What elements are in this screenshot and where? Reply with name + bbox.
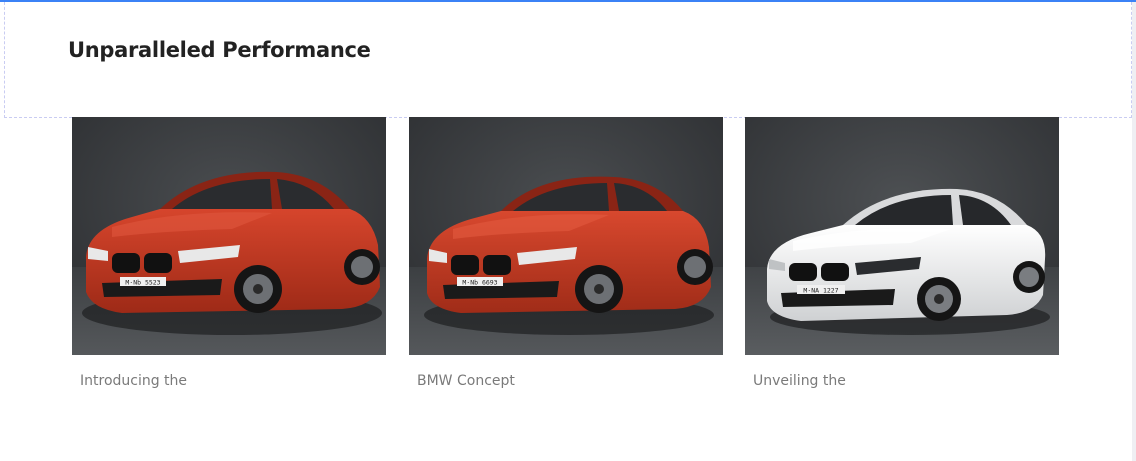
car-image[interactable]: M·Nb 5523	[72, 117, 386, 355]
plate-text: M·NA 1227	[803, 287, 838, 295]
card-caption: Introducing the	[80, 373, 188, 389]
car-image[interactable]: M·NA 1227	[745, 117, 1059, 355]
car-card[interactable]: M·Nb 6693 BMW Concept	[409, 117, 723, 389]
car-image[interactable]: M·Nb 6693	[409, 117, 723, 355]
scrollbar-track[interactable]	[1132, 2, 1136, 461]
car-card[interactable]: M·NA 1227 Unveiling the	[745, 117, 1059, 389]
car-card[interactable]: M·Nb 5523 Introducing the	[72, 117, 386, 389]
plate-text: M·Nb 6693	[462, 279, 497, 287]
plate-text: M·Nb 5523	[125, 279, 160, 287]
card-caption: Unveiling the	[753, 373, 846, 389]
card-caption: BMW Concept	[417, 373, 515, 389]
section-title: Unparalleled Performance	[68, 38, 371, 62]
